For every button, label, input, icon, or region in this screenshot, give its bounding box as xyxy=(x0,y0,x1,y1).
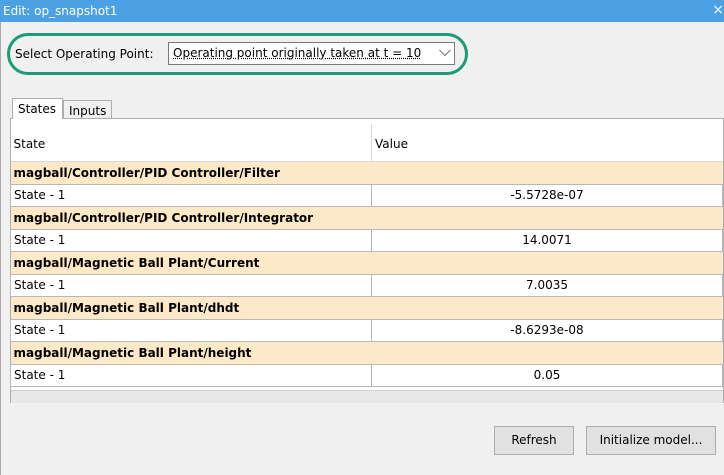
table-header: State Value xyxy=(10,124,723,162)
window-border xyxy=(0,22,1,475)
column-header-value[interactable]: Value xyxy=(371,124,723,162)
table-row: State - 1 -8.6293e-08 xyxy=(10,318,723,342)
group-row: magball/Magnetic Ball Plant/Current xyxy=(10,251,723,274)
table-row: State - 1 14.0071 xyxy=(10,228,723,252)
value-cell[interactable]: -5.5728e-07 xyxy=(371,183,723,207)
initialize-model-button[interactable]: Initialize model... xyxy=(586,426,716,455)
title-bar: Edit: op_snapshot1 × xyxy=(0,0,724,22)
group-row: magball/Controller/PID Controller/Filter xyxy=(10,161,723,184)
tab-inputs[interactable]: Inputs xyxy=(63,100,112,119)
state-cell: State - 1 xyxy=(10,228,372,252)
window-title: Edit: op_snapshot1 xyxy=(3,4,118,18)
group-name: magball/Magnetic Ball Plant/Current xyxy=(10,251,723,274)
horizontal-scrollbar[interactable] xyxy=(11,390,723,403)
table-row: State - 1 0.05 xyxy=(10,363,723,387)
value-cell[interactable]: 7.0035 xyxy=(371,273,723,297)
group-name: magball/Magnetic Ball Plant/dhdt xyxy=(10,296,723,319)
group-row: magball/Magnetic Ball Plant/height xyxy=(10,341,723,364)
operating-point-value: Operating point originally taken at t = … xyxy=(173,46,422,60)
group-row: magball/Controller/PID Controller/Integr… xyxy=(10,206,723,229)
value-cell[interactable]: 14.0071 xyxy=(371,228,723,252)
operating-point-label: Select Operating Point: xyxy=(15,47,154,61)
close-icon[interactable]: × xyxy=(712,2,724,18)
column-header-state[interactable]: State xyxy=(10,124,372,162)
group-name: magball/Magnetic Ball Plant/height xyxy=(10,341,723,364)
refresh-button[interactable]: Refresh xyxy=(494,426,574,455)
group-name: magball/Controller/PID Controller/Filter xyxy=(10,161,723,184)
state-cell: State - 1 xyxy=(10,183,372,207)
chevron-down-icon: ⌵ xyxy=(438,41,451,60)
value-cell[interactable]: 0.05 xyxy=(371,363,723,387)
value-cell[interactable]: -8.6293e-08 xyxy=(371,318,723,342)
table-row: State - 1 7.0035 xyxy=(10,273,723,297)
state-cell: State - 1 xyxy=(10,318,372,342)
operating-point-select[interactable]: Operating point originally taken at t = … xyxy=(168,41,455,65)
group-row: magball/Magnetic Ball Plant/dhdt xyxy=(10,296,723,319)
group-name: magball/Controller/PID Controller/Integr… xyxy=(10,206,723,229)
state-cell: State - 1 xyxy=(10,273,372,297)
state-cell: State - 1 xyxy=(10,363,372,387)
states-table: State Value magball/Controller/PID Contr… xyxy=(10,124,723,387)
table-row: State - 1 -5.5728e-07 xyxy=(10,183,723,207)
tab-states[interactable]: States xyxy=(12,98,63,119)
